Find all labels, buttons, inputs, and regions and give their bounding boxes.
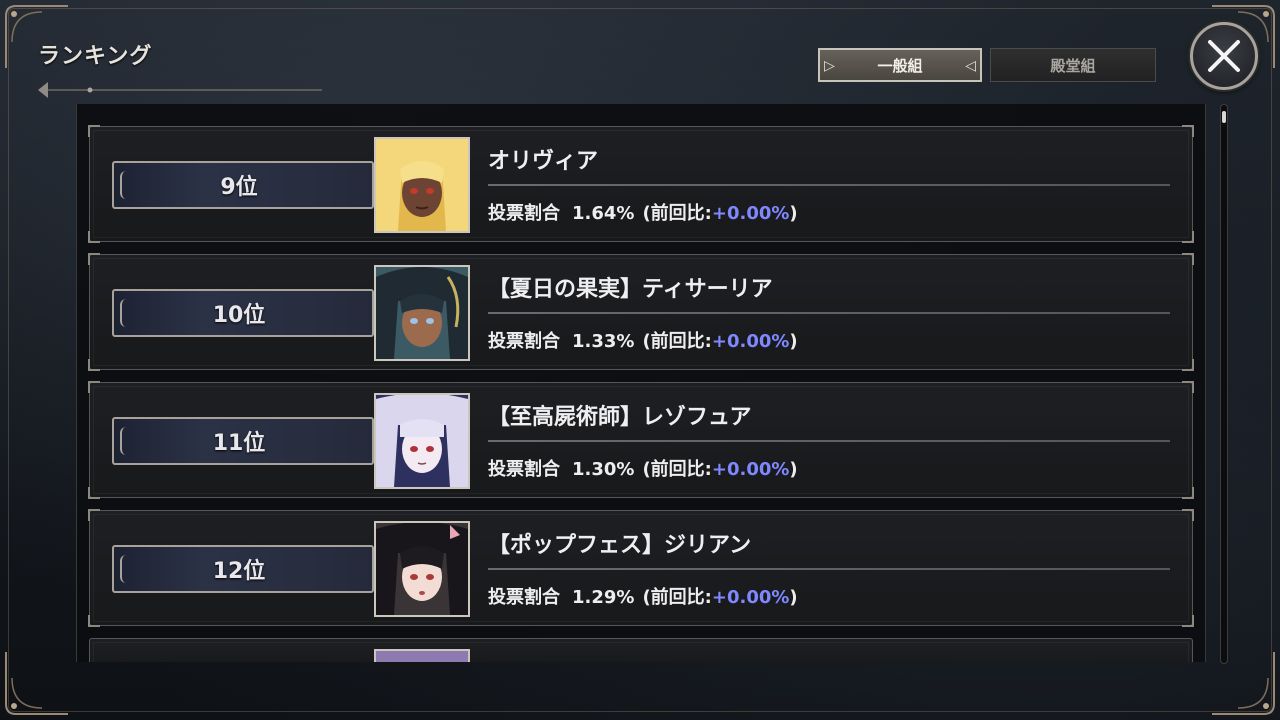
tab-label: 一般組 xyxy=(877,56,923,75)
ranking-row[interactable]: 12位 【ポップフェス】ジリアン 投票割合 1.29% (前回比:+0.00%) xyxy=(88,509,1194,627)
tab-general[interactable]: ▷ 一般組 ◁ xyxy=(818,48,982,82)
silver-haired-character-portrait xyxy=(374,393,470,489)
vote-stats: 投票割合 1.29% (前回比:+0.00%) xyxy=(488,583,798,609)
ranking-row[interactable]: 9位 オリヴィア 投票割合 1.64% (前回比:+0.00%) xyxy=(88,125,1194,243)
prev-prefix: (前回比: xyxy=(642,331,712,352)
prev-suffix: ) xyxy=(789,203,798,224)
character-name: 【夏日の果実】ティサーリア xyxy=(488,277,773,302)
vote-share-label: 投票割合 xyxy=(488,587,560,608)
vote-share-label: 投票割合 xyxy=(488,331,560,352)
tab-hall-of-fame[interactable]: 殿堂組 xyxy=(990,48,1156,82)
vote-share-value: 1.33% xyxy=(572,331,635,352)
black-haired-character-portrait xyxy=(374,521,470,617)
row-divider xyxy=(488,184,1170,186)
tab-label: 殿堂組 xyxy=(1050,56,1096,75)
row-divider xyxy=(488,312,1170,314)
delta-value: +0.00% xyxy=(711,331,790,352)
close-button[interactable] xyxy=(1190,22,1258,90)
delta-value: +0.00% xyxy=(711,587,790,608)
ranking-row[interactable]: 11位 【至高屍術師】レゾフュア 投票割合 1.30% (前回比:+0.00%) xyxy=(88,381,1194,499)
vote-share-label: 投票割合 xyxy=(488,203,560,224)
dark-haired-character-portrait xyxy=(374,265,470,361)
tab-left-arrow-icon: ▷ xyxy=(824,58,835,74)
rank-plate: 9位 xyxy=(112,161,374,209)
rank-label: 12位 xyxy=(212,559,266,584)
rank-label: 11位 xyxy=(212,431,266,456)
vote-share-label: 投票割合 xyxy=(488,459,560,480)
prev-suffix: ) xyxy=(789,459,798,480)
vote-share-value: 1.29% xyxy=(572,587,635,608)
page-title: ランキング xyxy=(38,44,153,69)
vote-stats: 投票割合 1.33% (前回比:+0.00%) xyxy=(488,327,798,353)
prev-prefix: (前回比: xyxy=(642,203,712,224)
rank-plate: 12位 xyxy=(112,545,374,593)
tab-right-arrow-icon: ◁ xyxy=(965,58,976,74)
prev-suffix: ) xyxy=(789,587,798,608)
rank-label: 9位 xyxy=(220,175,258,200)
ranking-row-partial[interactable] xyxy=(89,638,1193,662)
corner-ornament xyxy=(5,652,68,715)
delta-value: +0.00% xyxy=(711,203,790,224)
rank-plate: 11位 xyxy=(112,417,374,465)
corner-ornament xyxy=(1212,652,1275,715)
blonde-character-portrait xyxy=(374,137,470,233)
character-portrait-partial xyxy=(374,649,470,662)
rank-plate: 10位 xyxy=(112,289,374,337)
ranking-list[interactable]: 9位 オリヴィア 投票割合 1.64% (前回比:+0.00%) 10位 【夏日… xyxy=(76,104,1206,662)
title-underline xyxy=(38,82,322,98)
character-name: オリヴィア xyxy=(488,149,599,174)
vote-share-value: 1.64% xyxy=(572,203,635,224)
prev-prefix: (前回比: xyxy=(642,459,712,480)
scrollbar[interactable] xyxy=(1220,104,1228,664)
close-icon xyxy=(1208,40,1240,72)
scrollbar-thumb[interactable] xyxy=(1222,111,1226,123)
vote-share-value: 1.30% xyxy=(572,459,635,480)
vote-stats: 投票割合 1.30% (前回比:+0.00%) xyxy=(488,455,798,481)
rank-label: 10位 xyxy=(212,303,266,328)
prev-prefix: (前回比: xyxy=(642,587,712,608)
prev-suffix: ) xyxy=(789,331,798,352)
row-divider xyxy=(488,440,1170,442)
vote-stats: 投票割合 1.64% (前回比:+0.00%) xyxy=(488,199,798,225)
row-divider xyxy=(488,568,1170,570)
ranking-row[interactable]: 10位 【夏日の果実】ティサーリア 投票割合 1.33% (前回比:+0.00%) xyxy=(88,253,1194,371)
character-name: 【ポップフェス】ジリアン xyxy=(488,533,752,558)
delta-value: +0.00% xyxy=(711,459,790,480)
character-name: 【至高屍術師】レゾフュア xyxy=(488,405,752,430)
